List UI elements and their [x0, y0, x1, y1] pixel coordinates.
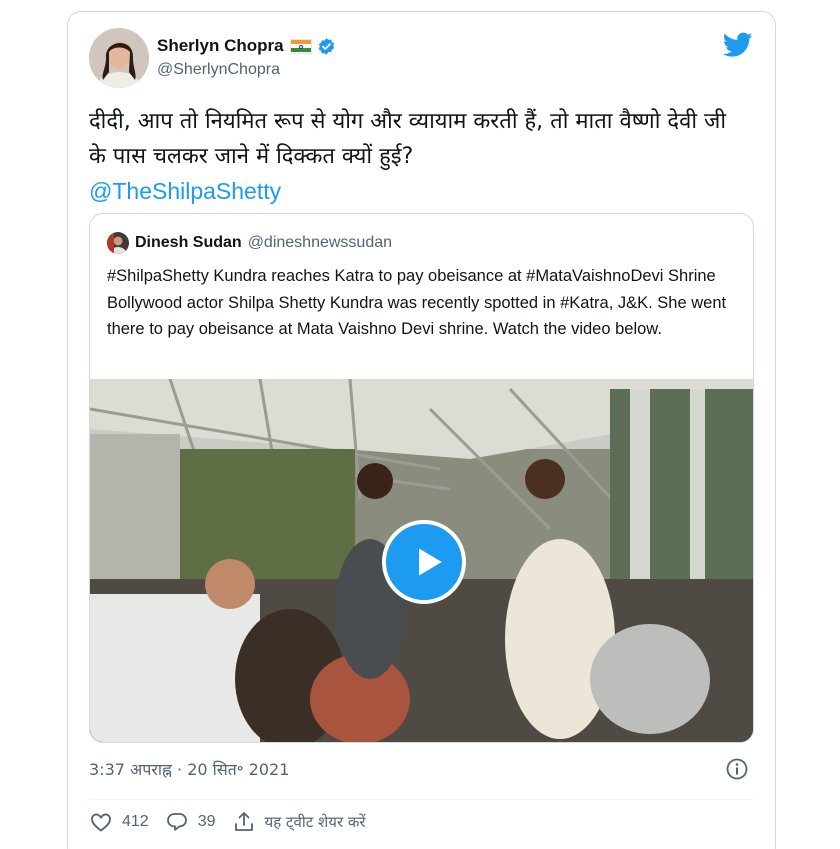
twitter-bird-icon[interactable] — [723, 32, 753, 58]
quoted-avatar — [107, 232, 129, 254]
tweet-text: दीदी, आप तो नियमित रूप से योग और व्यायाम… — [89, 109, 727, 169]
like-button[interactable]: 412 — [89, 810, 149, 834]
quoted-tweet[interactable]: Dinesh Sudan @dineshnewssudan #ShilpaShe… — [89, 213, 754, 743]
author-handle[interactable]: @SherlynChopra — [157, 61, 336, 79]
reply-button[interactable]: 39 — [165, 810, 216, 834]
heart-icon — [91, 813, 111, 832]
reply-icon — [166, 813, 187, 831]
tweet-card: Sherlyn Chopra @SherlynChopra दीदी, आप त… — [67, 11, 776, 849]
play-icon — [419, 548, 442, 576]
tweet-actions: 412 39 यह ट्वीट शेयर करें — [89, 809, 382, 835]
share-label: यह ट्वीट शेयर करें — [264, 813, 366, 831]
reply-count: 39 — [197, 813, 216, 830]
india-flag-icon — [289, 38, 312, 54]
author-display-name[interactable]: Sherlyn Chopra — [157, 36, 284, 56]
avatar[interactable] — [89, 28, 149, 88]
video-thumbnail[interactable] — [90, 379, 753, 742]
share-icon — [234, 812, 253, 831]
divider — [89, 799, 754, 800]
verified-badge-icon — [318, 37, 334, 55]
share-button[interactable]: यह ट्वीट शेयर करें — [232, 810, 366, 834]
tweet-body: दीदी, आप तो नियमित रूप से योग और व्यायाम… — [89, 104, 749, 209]
play-button[interactable] — [382, 520, 466, 604]
quoted-author-name: Dinesh Sudan — [135, 234, 242, 251]
quoted-tweet-text: #ShilpaShetty Kundra reaches Katra to pa… — [107, 267, 727, 338]
like-count: 412 — [122, 813, 149, 830]
author-block: Sherlyn Chopra @SherlynChopra — [157, 34, 336, 79]
mention-link[interactable]: @TheShilpaShetty — [89, 174, 749, 209]
info-icon[interactable] — [725, 757, 749, 781]
tweet-header: Sherlyn Chopra @SherlynChopra — [89, 28, 757, 88]
tweet-timestamp[interactable]: 3:37 अपराह्न · 20 सित॰ 2021 — [89, 758, 289, 780]
quoted-author-handle: @dineshnewssudan — [247, 234, 393, 251]
quoted-tweet-header: Dinesh Sudan @dineshnewssudan — [107, 232, 392, 254]
